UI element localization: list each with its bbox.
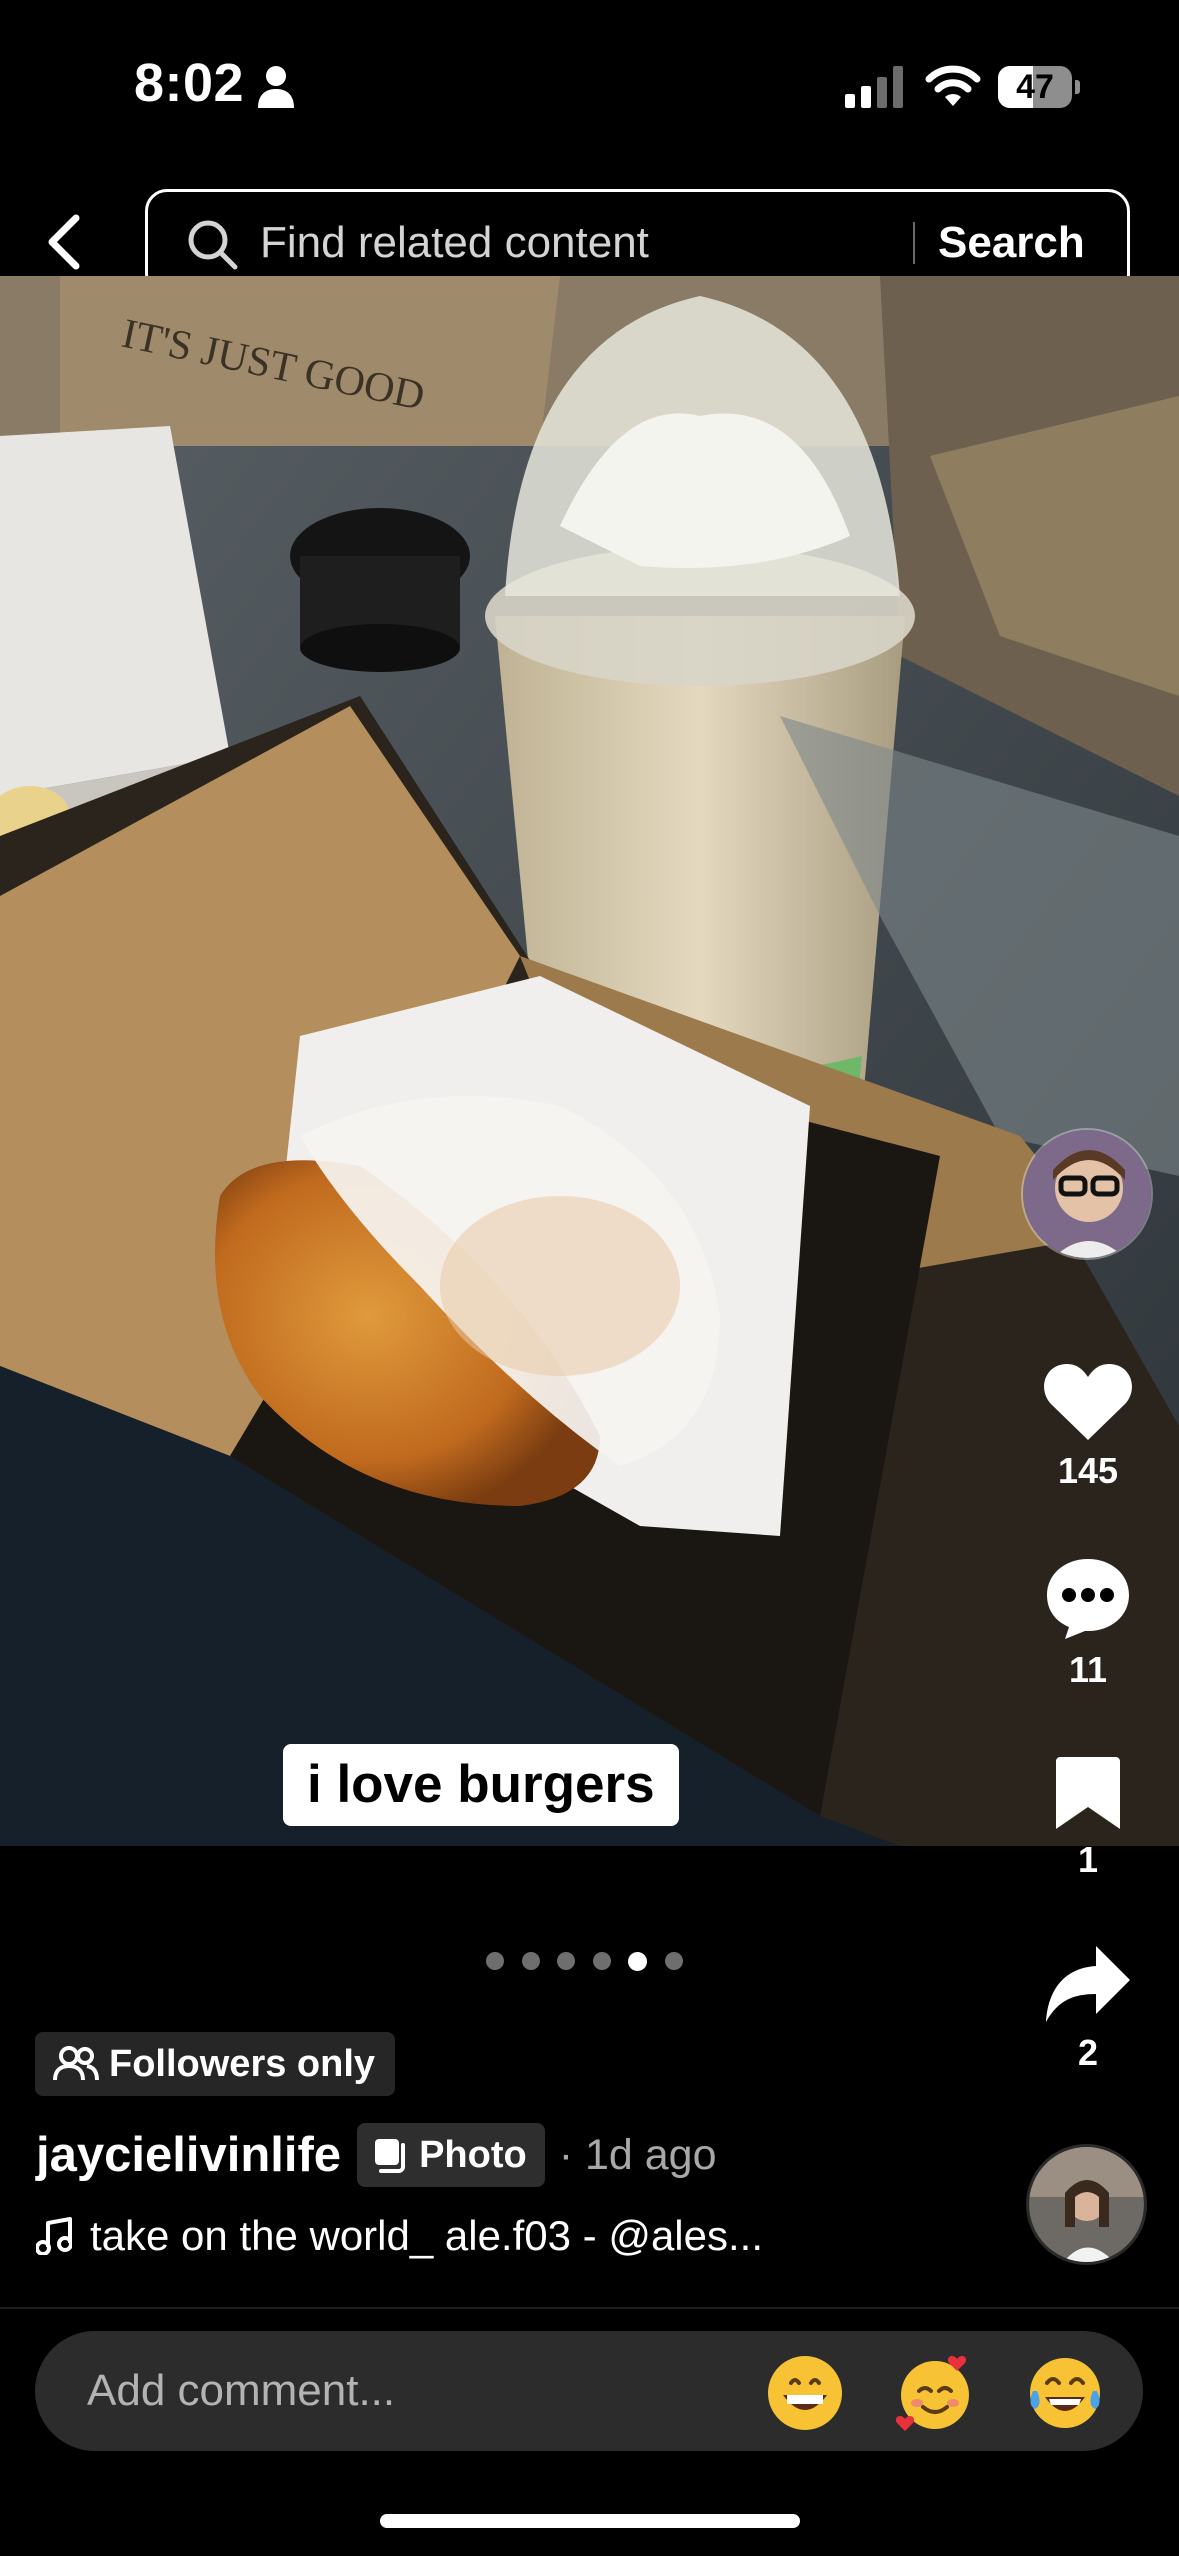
creator-avatar[interactable] (1021, 1128, 1153, 1260)
status-time: 8:02 (134, 53, 245, 113)
bookmark-icon (1056, 1757, 1120, 1829)
smiling-hearts-emoji-button[interactable] (895, 2353, 975, 2433)
visibility-label: Followers only (109, 2042, 376, 2085)
carousel-dot (521, 1952, 540, 1970)
music-avatar[interactable] (1026, 2144, 1147, 2265)
carousel-dot-active (628, 1952, 647, 1971)
status-bar: 8:02 47 (0, 0, 1179, 175)
save-count: 1 (1077, 1839, 1099, 1880)
carousel-dot (592, 1952, 611, 1970)
home-indicator[interactable] (380, 2514, 800, 2528)
music-row[interactable]: take on the world_ ale.f03 - @ales... (36, 2204, 763, 2268)
save-button[interactable]: 1 (1028, 1755, 1148, 1881)
wifi-icon (925, 65, 981, 106)
caption-sticker: i love burgers (283, 1744, 679, 1826)
comment-count: 11 (1068, 1649, 1108, 1690)
share-button[interactable]: 2 (1028, 1944, 1148, 2074)
grinning-emoji-button[interactable] (765, 2353, 845, 2433)
visibility-badge: Followers only (35, 2032, 396, 2096)
followers-icon (53, 2046, 99, 2081)
battery-icon: 47 (998, 66, 1080, 108)
burger-photo-illustration: IT'S JUST GOOD (0, 276, 1179, 1846)
comment-input[interactable]: Add comment... (87, 2331, 395, 2451)
comment-bar[interactable]: Add comment... (35, 2331, 1143, 2451)
back-button[interactable] (32, 200, 96, 284)
music-avatar-image (1029, 2147, 1144, 2262)
like-button[interactable]: 145 (1028, 1362, 1148, 1492)
bottom-divider (0, 2307, 1179, 2309)
comment-icon (1047, 1559, 1129, 1639)
post-photo[interactable]: IT'S JUST GOOD i love burgers (0, 276, 1179, 1846)
share-arrow-icon (1046, 1946, 1130, 2022)
music-title: take on the world_ ale.f03 - @ales... (90, 2212, 764, 2259)
music-note-icon (36, 2217, 72, 2255)
author-username[interactable]: jaycielivinlife (36, 2127, 341, 2183)
post-type-tag: Photo (357, 2123, 545, 2187)
cellular-signal-icon (845, 66, 903, 108)
carousel-dot (486, 1952, 504, 1970)
author-row: jaycielivinlife Photo · 1d ago (36, 2120, 717, 2190)
avatar-image (1023, 1130, 1151, 1258)
post-time-ago: · 1d ago (558, 2130, 717, 2179)
back-chevron-icon (48, 214, 80, 270)
carousel-dot (664, 1952, 683, 1970)
search-icon (188, 220, 238, 270)
carousel-dot (557, 1952, 575, 1970)
post-type-label: Photo (419, 2133, 527, 2176)
search-divider (913, 222, 915, 264)
comment-button[interactable]: 11 (1028, 1555, 1148, 1691)
photo-stack-icon (375, 2139, 406, 2173)
heart-icon (1044, 1364, 1132, 1440)
carousel-indicator (486, 1952, 700, 1972)
person-icon (258, 66, 294, 108)
battery-percent: 47 (1016, 68, 1054, 106)
share-count: 2 (1077, 2032, 1099, 2073)
tears-of-joy-emoji-button[interactable] (1025, 2353, 1105, 2433)
like-count: 145 (1057, 1450, 1119, 1491)
